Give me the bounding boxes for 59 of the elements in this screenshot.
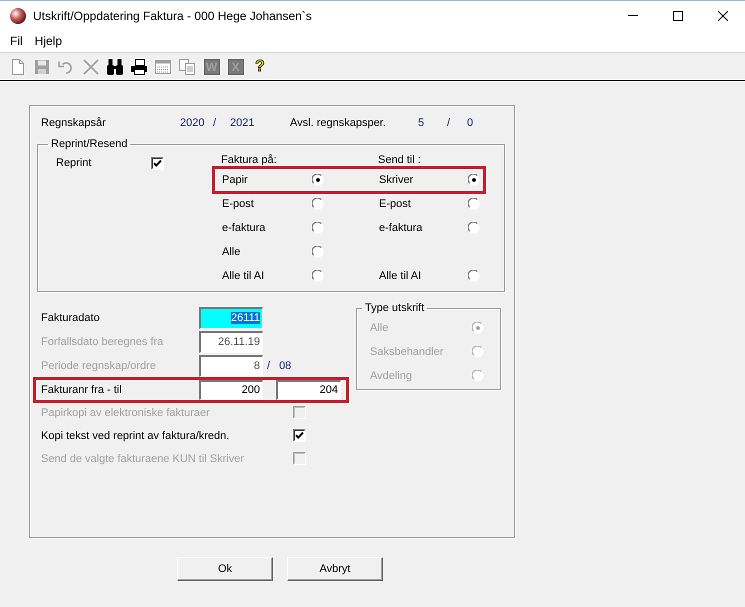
radio-button[interactable] <box>312 198 324 210</box>
option-label: Alle til AI <box>222 269 266 283</box>
dialog-button[interactable]: Avbryt <box>287 557 383 581</box>
radio-button[interactable] <box>468 174 480 186</box>
menu-item[interactable]: Fil <box>10 33 23 49</box>
menu-item[interactable]: Hjelp <box>34 33 62 49</box>
input-field[interactable]: 26111 <box>199 307 263 329</box>
option-label: e-faktura <box>222 221 266 235</box>
field-label: Regnskapsår <box>41 116 107 130</box>
checkbox-label: Reprint <box>56 156 92 170</box>
option-label: Alle <box>222 245 242 259</box>
field-label: Periode regnskap/ordre <box>41 359 157 373</box>
column-heading: Send til : <box>378 153 422 168</box>
option-label: Skriver <box>379 173 414 187</box>
value-text: 2020 <box>180 116 206 130</box>
group-title: Reprint/Resend <box>50 137 128 151</box>
field-label: Fakturanr fra - til <box>41 383 123 397</box>
checkbox[interactable] <box>293 429 306 442</box>
dialog-button[interactable]: Ok <box>177 557 273 581</box>
option-label: Alle <box>370 321 390 335</box>
radio-button[interactable] <box>312 222 324 234</box>
field-label: Forfallsdato beregnes fra <box>41 335 164 349</box>
separator-text: / <box>267 359 270 373</box>
checkbox-label: Kopi tekst ved reprint av faktura/kredn. <box>41 428 230 442</box>
sphere-icon <box>10 8 26 24</box>
radio-button[interactable] <box>468 222 480 234</box>
option-label: E-post <box>222 197 255 211</box>
printer-icon[interactable] <box>130 58 147 74</box>
radio-button[interactable] <box>468 198 480 210</box>
value-text: 08 <box>279 359 292 373</box>
close-icon[interactable] <box>718 10 728 20</box>
input-field[interactable]: 204 <box>276 380 341 400</box>
value-text: 5 <box>418 116 426 130</box>
radio-button[interactable] <box>312 270 324 282</box>
radio-button[interactable] <box>468 270 480 282</box>
option-label: Avdeling <box>370 369 413 383</box>
option-label: Papir <box>222 173 249 187</box>
binoculars-icon[interactable] <box>106 58 123 74</box>
radio-button[interactable] <box>312 174 324 186</box>
option-label: Alle til AI <box>379 269 422 283</box>
input-field[interactable]: 200 <box>199 380 263 400</box>
value-text: 0 <box>467 116 474 130</box>
separator-text: / <box>213 116 218 130</box>
checkbox[interactable] <box>151 156 164 170</box>
field-label: Avsl. regnskapsper. <box>290 116 387 130</box>
checkbox-label: Papirkopi av elektroniske fakturaer <box>41 406 211 420</box>
group-title: Type utskrift <box>364 301 426 315</box>
field-label: Fakturadato <box>41 311 101 325</box>
separator-text: / <box>447 116 452 130</box>
column-heading: Faktura på: <box>221 153 278 168</box>
radio-button[interactable] <box>312 246 324 258</box>
option-label: E-post <box>379 197 412 211</box>
option-label: e-faktura <box>379 221 424 235</box>
window-title: Utskrift/Oppdatering Faktura - 000 Hege Johansen`s <box>33 8 312 24</box>
minimize-icon[interactable] <box>628 15 638 16</box>
value-text: 2021 <box>230 116 256 130</box>
option-label: Saksbehandler <box>370 345 444 359</box>
maximize-icon[interactable] <box>672 10 682 20</box>
checkbox-label: Send de valgte fakturaene KUN til Skriver <box>41 452 245 466</box>
